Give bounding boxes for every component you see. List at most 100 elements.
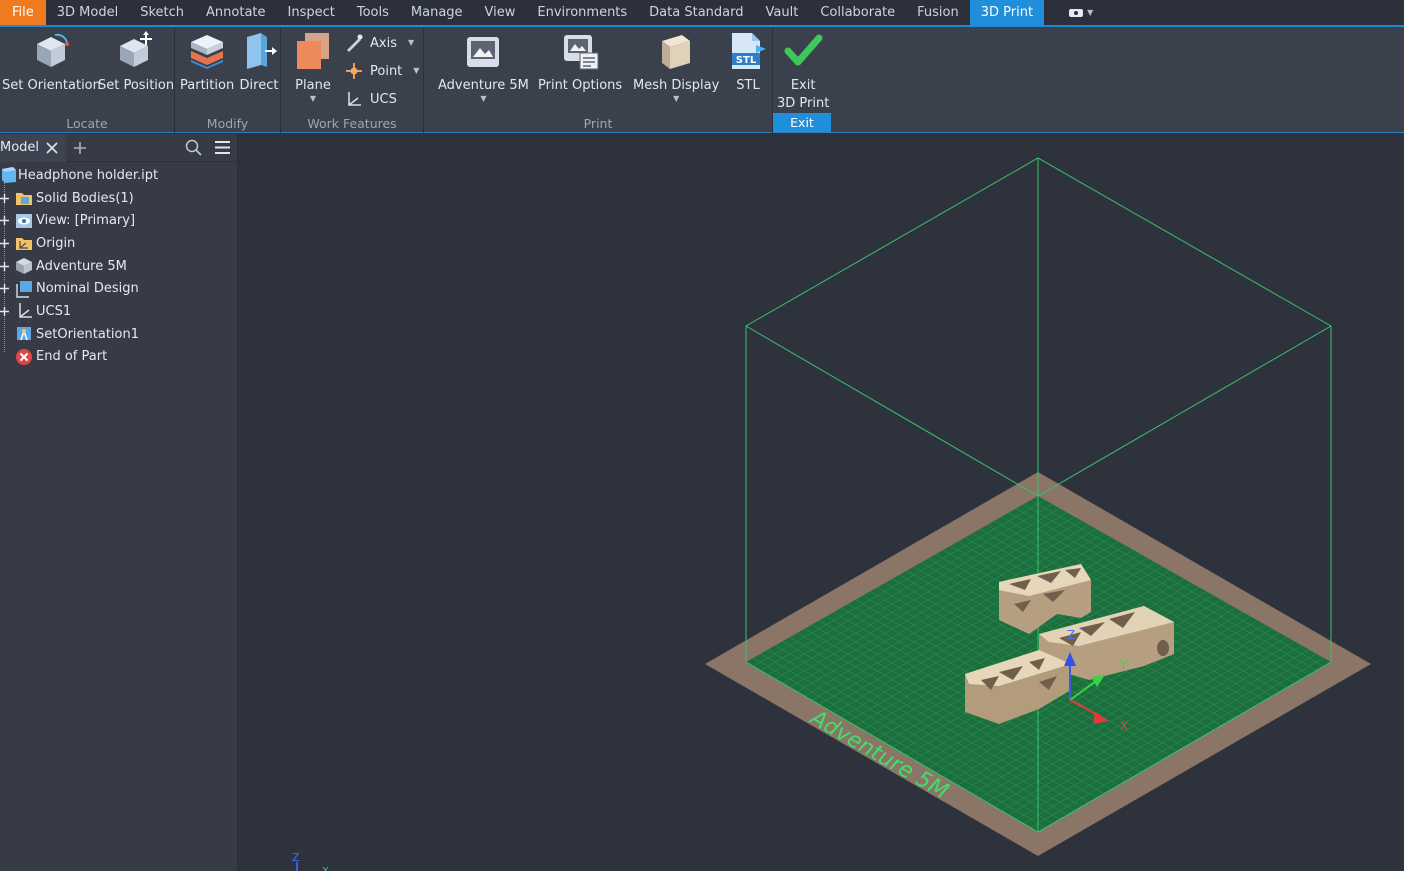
menu-fusion[interactable]: Fusion xyxy=(906,0,970,25)
tab-model-label: Model xyxy=(0,140,40,155)
tree-root-label: Headphone holder.ipt xyxy=(18,167,159,183)
check-icon xyxy=(784,34,823,66)
point-button[interactable]: Point ▼ xyxy=(345,62,419,80)
ribbon-display-toggle[interactable]: ▼ xyxy=(1044,0,1093,25)
axis-label: Axis xyxy=(370,35,397,51)
ucs-icon xyxy=(19,303,32,319)
tree-node-origin[interactable]: Origin xyxy=(0,232,237,255)
menu-environments[interactable]: Environments xyxy=(526,0,638,25)
stl-export-icon: STL xyxy=(732,33,766,69)
plane-button[interactable]: Plane ▼ xyxy=(291,29,335,103)
menu-3d-model[interactable]: 3D Model xyxy=(46,0,129,25)
chevron-down-icon: ▼ xyxy=(1087,7,1094,17)
menu-data-standard[interactable]: Data Standard xyxy=(638,0,754,25)
partition-label: Partition xyxy=(180,78,235,93)
tree-node-label: SetOrientation1 xyxy=(36,326,140,342)
tree-root-part[interactable]: Headphone holder.ipt xyxy=(0,164,237,187)
exit-label-line1: Exit xyxy=(790,78,816,93)
tree-node-solid-bodies[interactable]: Solid Bodies(1) xyxy=(0,187,237,210)
browser-tree: Headphone holder.ipt Solid Bodies(1) Vie… xyxy=(0,162,237,368)
set-orientation-icon xyxy=(37,33,70,67)
graphics-viewport[interactable]: Adventure 5M Z Y X Z xyxy=(239,134,1404,871)
view-triad: Z X xyxy=(292,851,329,871)
expand-plus-icon[interactable] xyxy=(0,261,9,271)
expand-plus-icon[interactable] xyxy=(0,216,9,226)
stl-icon-text: STL xyxy=(736,55,757,66)
menu-icon[interactable] xyxy=(214,139,231,156)
point-dropdown-icon: ▼ xyxy=(413,66,420,75)
set-position-label: Set Position xyxy=(98,78,175,93)
tree-node-view[interactable]: View: [Primary] xyxy=(0,209,237,232)
expand-plus-icon[interactable] xyxy=(0,284,9,294)
tree-node-label: End of Part xyxy=(36,349,108,365)
panel-exit-label: Exit xyxy=(773,113,831,132)
printer-envelope-icon xyxy=(16,258,32,275)
expand-plus-icon[interactable] xyxy=(0,193,9,203)
set-position-icon xyxy=(120,31,153,67)
partition-button[interactable]: Partition xyxy=(180,29,234,95)
part-file-icon xyxy=(2,167,16,184)
origin-folder-icon xyxy=(16,238,32,251)
expand-plus-icon[interactable] xyxy=(0,238,9,248)
adventure-dropdown-icon: ▼ xyxy=(480,94,487,103)
triad-y-label: Y xyxy=(1119,658,1128,672)
printer-profile-icon xyxy=(467,37,500,67)
menu-sketch[interactable]: Sketch xyxy=(129,0,195,25)
ucs-label: UCS xyxy=(370,91,397,107)
axis-button[interactable]: Axis ▼ xyxy=(345,34,414,52)
mesh-display-dropdown-icon: ▼ xyxy=(673,94,680,103)
menu-tools[interactable]: Tools xyxy=(346,0,400,25)
point-label: Point xyxy=(370,63,403,79)
search-icon[interactable] xyxy=(185,139,202,156)
expand-plus-icon[interactable] xyxy=(0,306,9,316)
set-position-button[interactable]: Set Position xyxy=(98,29,174,95)
set-orientation-label: Set Orientation xyxy=(2,78,101,93)
menu-manage[interactable]: Manage xyxy=(400,0,474,25)
menu-view[interactable]: View xyxy=(474,0,527,25)
panel-modify-label: Modify xyxy=(206,116,249,131)
tree-node-label: Adventure 5M xyxy=(36,258,127,274)
tree-node-set-orientation[interactable]: SetOrientation1 xyxy=(0,323,237,346)
menu-bar: File 3D Model Sketch Annotate Inspect To… xyxy=(0,0,1404,27)
tree-node-end-of-part[interactable]: End of Part xyxy=(0,346,237,369)
tree-node-label: View: [Primary] xyxy=(36,213,136,229)
tree-node-ucs1[interactable]: UCS1 xyxy=(0,300,237,323)
mesh-display-button[interactable]: Mesh Display ▼ xyxy=(633,29,719,103)
plane-dropdown-icon: ▼ xyxy=(309,94,317,103)
mini-triad-z-label: Z xyxy=(292,851,300,864)
axis-icon xyxy=(347,34,363,52)
menu-inspect[interactable]: Inspect xyxy=(277,0,346,25)
direct-label: Direct xyxy=(239,78,279,93)
panel-print: Adventure 5M ▼ Print Options Mesh Displa… xyxy=(424,27,773,133)
adventure-5m-button[interactable]: Adventure 5M ▼ xyxy=(438,29,529,103)
direct-button[interactable]: Direct xyxy=(237,29,281,95)
ucs-icon xyxy=(348,92,361,106)
partition-icon xyxy=(191,35,224,69)
tree-node-nominal-design[interactable]: Nominal Design xyxy=(0,277,237,300)
exit-3d-print-button[interactable]: Exit 3D Print xyxy=(777,29,829,113)
ribbon: Set Orientation Set Position Locate Part… xyxy=(0,27,1404,133)
scene-canvas: Adventure 5M Z Y X Z xyxy=(292,157,1371,871)
ucs-button[interactable]: UCS xyxy=(345,90,397,108)
mesh-display-label: Mesh Display xyxy=(633,78,720,93)
menu-annotate[interactable]: Annotate xyxy=(195,0,276,25)
print-options-icon xyxy=(564,35,599,70)
print-options-button[interactable]: Print Options xyxy=(538,29,622,95)
menu-3d-print[interactable]: 3D Print xyxy=(969,0,1045,25)
add-tab-icon[interactable] xyxy=(73,141,87,155)
adventure-5m-label: Adventure 5M xyxy=(438,78,529,93)
tree-node-adventure-5m[interactable]: Adventure 5M xyxy=(0,255,237,278)
close-icon[interactable] xyxy=(46,141,58,154)
tree-node-label: Nominal Design xyxy=(36,281,139,297)
tree-node-label: Origin xyxy=(36,235,76,251)
plane-label: Plane xyxy=(295,78,331,93)
tab-model[interactable]: Model xyxy=(0,133,67,162)
menu-file[interactable]: File xyxy=(0,0,46,25)
panel-work-features-label: Work Features xyxy=(307,116,397,131)
menu-collaborate[interactable]: Collaborate xyxy=(809,0,906,25)
menu-vault[interactable]: Vault xyxy=(755,0,810,25)
point-icon xyxy=(346,63,362,79)
print-options-label: Print Options xyxy=(538,78,623,93)
set-orientation-button[interactable]: Set Orientation xyxy=(2,29,101,95)
stl-button[interactable]: STL STL xyxy=(726,29,770,95)
